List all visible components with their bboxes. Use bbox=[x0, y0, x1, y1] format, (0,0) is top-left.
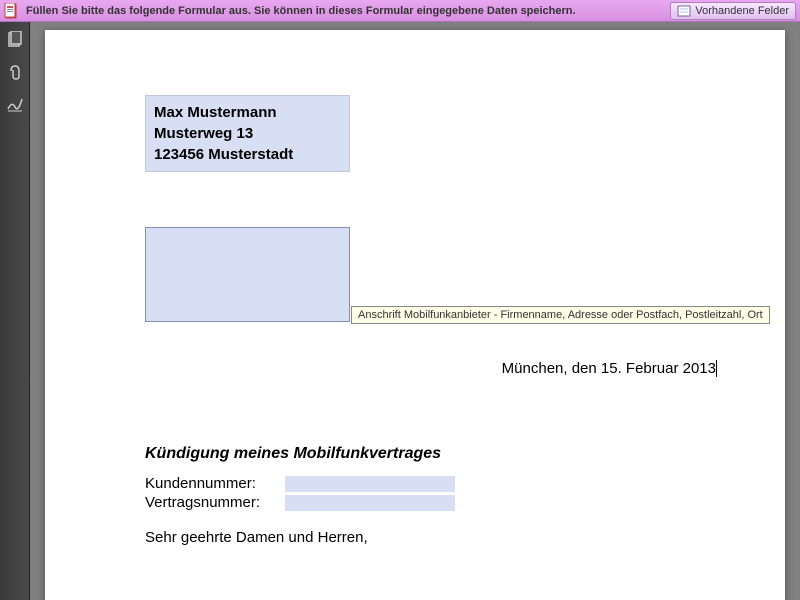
contract-number-row: Vertragsnummer: bbox=[145, 494, 725, 511]
form-notification-bar: Füllen Sie bitte das folgende Formular a… bbox=[0, 0, 800, 22]
notification-message: Füllen Sie bitte das folgende Formular a… bbox=[26, 5, 670, 17]
date-text: München, den 15. Februar 2013 bbox=[502, 360, 716, 377]
signatures-panel-button[interactable] bbox=[5, 94, 25, 114]
highlight-fields-button[interactable]: Vorhandene Felder bbox=[670, 2, 796, 20]
left-toolbar bbox=[0, 22, 30, 600]
text-cursor bbox=[716, 360, 717, 377]
sender-street: Musterweg 13 bbox=[154, 123, 341, 144]
highlight-icon bbox=[677, 4, 691, 18]
salutation: Sehr geehrte Damen und Herren, bbox=[145, 529, 725, 546]
date-line: München, den 15. Februar 2013 bbox=[145, 360, 725, 377]
document-viewport[interactable]: Max Mustermann Musterweg 13 123456 Muste… bbox=[30, 22, 800, 600]
recipient-tooltip: Anschrift Mobilfunkanbieter - Firmenname… bbox=[351, 306, 770, 324]
reference-lines: Kundennummer: Vertragsnummer: bbox=[145, 475, 725, 511]
subject-line: Kündigung meines Mobilfunkvertrages bbox=[145, 445, 725, 463]
recipient-address-field[interactable]: Anschrift Mobilfunkanbieter - Firmenname… bbox=[145, 227, 350, 322]
attachments-panel-button[interactable] bbox=[5, 62, 25, 82]
main-area: Max Mustermann Musterweg 13 123456 Muste… bbox=[0, 22, 800, 600]
pages-panel-button[interactable] bbox=[5, 30, 25, 50]
sender-name: Max Mustermann bbox=[154, 102, 341, 123]
customer-number-field[interactable] bbox=[285, 476, 455, 492]
sender-city: 123456 Musterstadt bbox=[154, 144, 341, 165]
customer-number-row: Kundennummer: bbox=[145, 475, 725, 492]
pdf-form-icon bbox=[4, 3, 20, 19]
customer-number-label: Kundennummer: bbox=[145, 475, 285, 492]
sender-address-field[interactable]: Max Mustermann Musterweg 13 123456 Muste… bbox=[145, 95, 350, 172]
contract-number-field[interactable] bbox=[285, 495, 455, 511]
highlight-fields-label: Vorhandene Felder bbox=[695, 5, 789, 17]
pdf-page: Max Mustermann Musterweg 13 123456 Muste… bbox=[45, 30, 785, 600]
contract-number-label: Vertragsnummer: bbox=[145, 494, 285, 511]
